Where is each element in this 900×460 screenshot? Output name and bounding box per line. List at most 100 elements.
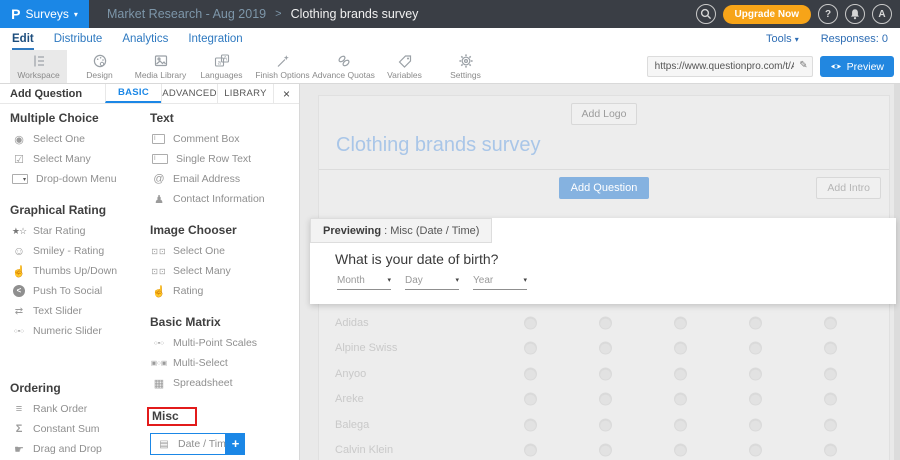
surveys-menu-label: Surveys <box>25 7 68 21</box>
year-dropdown[interactable]: Year▾ <box>473 275 527 290</box>
matrix-radio[interactable] <box>749 316 762 329</box>
question-type-drop-down-menu[interactable]: ▾Drop-down Menu <box>10 169 142 189</box>
tab-integration[interactable]: Integration <box>188 28 242 50</box>
question-type-star-rating[interactable]: ★☆Star Rating <box>10 221 142 241</box>
matrix-radio[interactable] <box>824 342 837 355</box>
help-button[interactable]: ? <box>818 4 838 24</box>
add-date-time-button[interactable]: + <box>226 433 245 455</box>
question-type-text-slider[interactable]: ⇄Text Slider <box>10 301 142 321</box>
add-intro-button[interactable]: Add Intro <box>816 177 881 199</box>
matrix-row-label: Areke <box>335 393 364 405</box>
question-type-spreadsheet[interactable]: ▦Spreadsheet <box>150 373 295 393</box>
matrix-radio[interactable] <box>674 367 687 380</box>
matrix-radio[interactable] <box>524 342 537 355</box>
question-type-select-one[interactable]: ◉Select One <box>10 129 142 149</box>
matrix-radio[interactable] <box>824 418 837 431</box>
toolbar-settings[interactable]: Settings <box>437 50 494 83</box>
matrix-radio[interactable] <box>674 316 687 329</box>
toolbar-media-library[interactable]: Media Library <box>132 50 189 83</box>
matrix-radio[interactable] <box>674 418 687 431</box>
tab-basic[interactable]: BASIC <box>105 84 161 103</box>
toolbar-workspace[interactable]: Workspace <box>10 50 67 83</box>
question-type-multi-select[interactable]: ▣○▣Multi-Select <box>150 353 295 373</box>
edit-url-icon[interactable]: ✎ <box>799 60 807 71</box>
rank-order-icon: ≡ <box>10 403 28 415</box>
tab-library[interactable]: LIBRARY <box>217 84 273 103</box>
notifications-button[interactable] <box>845 4 865 24</box>
tab-distribute[interactable]: Distribute <box>54 28 103 50</box>
preview-button[interactable]: Preview <box>820 56 894 77</box>
toolbar-languages[interactable]: aA Languages <box>193 50 250 83</box>
smiley-rating-icon: ☺ <box>10 244 28 258</box>
question-type-date-time[interactable]: ▤Date / Time <box>150 433 226 455</box>
question-type-select-one[interactable]: ⊡⊡Select One <box>150 241 295 261</box>
question-type-push-to-social[interactable]: <Push To Social <box>10 281 142 301</box>
question-type-constant-sum[interactable]: ΣConstant Sum <box>10 419 142 439</box>
matrix-radio[interactable] <box>824 393 837 406</box>
close-icon[interactable]: × <box>273 84 299 103</box>
question-type-smiley-rating[interactable]: ☺Smiley - Rating <box>10 241 142 261</box>
upgrade-now-button[interactable]: Upgrade Now <box>723 5 811 24</box>
question-type-drag-and-drop[interactable]: ☛Drag and Drop <box>10 439 142 459</box>
matrix-radio[interactable] <box>599 418 612 431</box>
question-type-label: Single Row Text <box>176 153 251 165</box>
matrix-radio[interactable] <box>824 367 837 380</box>
matrix-radio[interactable] <box>824 444 837 457</box>
add-question-button[interactable]: Add Question <box>559 177 650 199</box>
matrix-radio[interactable] <box>749 367 762 380</box>
question-type-thumbs-up-down[interactable]: ☝Thumbs Up/Down <box>10 261 142 281</box>
matrix-radio[interactable] <box>674 444 687 457</box>
question-type-select-many[interactable]: ☑Select Many <box>10 149 142 169</box>
responses-count[interactable]: Responses: 0 <box>821 33 888 45</box>
tab-analytics[interactable]: Analytics <box>122 28 168 50</box>
text-slider-icon: ⇄ <box>10 306 28 317</box>
matrix-radio[interactable] <box>524 393 537 406</box>
search-button[interactable] <box>696 4 716 24</box>
question-type-single-row-text[interactable]: I Single Row Text <box>150 149 295 169</box>
matrix-radio[interactable] <box>524 367 537 380</box>
matrix-radio[interactable] <box>599 444 612 457</box>
toolbar-advance-quotas[interactable]: Advance Quotas <box>315 50 372 83</box>
question-type-rating[interactable]: ☝Rating <box>150 281 295 301</box>
previewing-type: : Misc (Date / Time) <box>384 225 479 237</box>
toolbar-design[interactable]: Design <box>71 50 128 83</box>
matrix-radio[interactable] <box>524 316 537 329</box>
matrix-radio[interactable] <box>599 316 612 329</box>
tab-advanced[interactable]: ADVANCED <box>161 84 217 103</box>
question-type-rank-order[interactable]: ≡Rank Order <box>10 399 142 419</box>
single-row-text-icon: I <box>152 154 168 164</box>
question-type-email-address[interactable]: @Email Address <box>150 169 295 189</box>
breadcrumb-parent[interactable]: Market Research - Aug 2019 <box>107 7 266 21</box>
matrix-radio[interactable] <box>674 393 687 406</box>
surveys-menu[interactable]: P Surveys ▾ <box>0 0 89 28</box>
matrix-radio[interactable] <box>524 418 537 431</box>
matrix-radio[interactable] <box>599 342 612 355</box>
matrix-radio[interactable] <box>749 342 762 355</box>
matrix-radio[interactable] <box>524 444 537 457</box>
tab-edit[interactable]: Edit <box>12 28 34 50</box>
survey-title[interactable]: Clothing brands survey <box>336 134 889 157</box>
question-type-label: Date / Time <box>178 438 232 450</box>
avatar[interactable]: A <box>872 4 892 24</box>
question-type-multi-point-scales[interactable]: ○▪○Multi-Point Scales <box>150 333 295 353</box>
question-type-select-many[interactable]: ⊡⊡Select Many <box>150 261 295 281</box>
month-dropdown[interactable]: Month▾ <box>337 275 391 290</box>
survey-url-input[interactable] <box>647 56 813 77</box>
toolbar-finish-options[interactable]: Finish Options <box>254 50 311 83</box>
topbar: P Surveys ▾ Market Research - Aug 2019 >… <box>0 0 900 28</box>
matrix-radio[interactable] <box>599 367 612 380</box>
matrix-radio[interactable] <box>599 393 612 406</box>
matrix-radio[interactable] <box>749 393 762 406</box>
matrix-radio[interactable] <box>824 316 837 329</box>
question-type-contact-information[interactable]: ♟Contact Information <box>150 189 295 209</box>
matrix-radio[interactable] <box>749 418 762 431</box>
matrix-radio[interactable] <box>749 444 762 457</box>
question-type-comment-box[interactable]: IComment Box <box>150 129 295 149</box>
matrix-radio[interactable] <box>674 342 687 355</box>
question-type-numeric-slider[interactable]: ○▪○Numeric Slider <box>10 321 142 341</box>
add-logo-button[interactable]: Add Logo <box>571 103 638 125</box>
day-dropdown[interactable]: Day▾ <box>405 275 459 290</box>
tools-menu[interactable]: Tools ▾ <box>766 33 799 45</box>
spreadsheet-icon: ▦ <box>150 377 168 390</box>
toolbar-variables[interactable]: Variables <box>376 50 433 83</box>
